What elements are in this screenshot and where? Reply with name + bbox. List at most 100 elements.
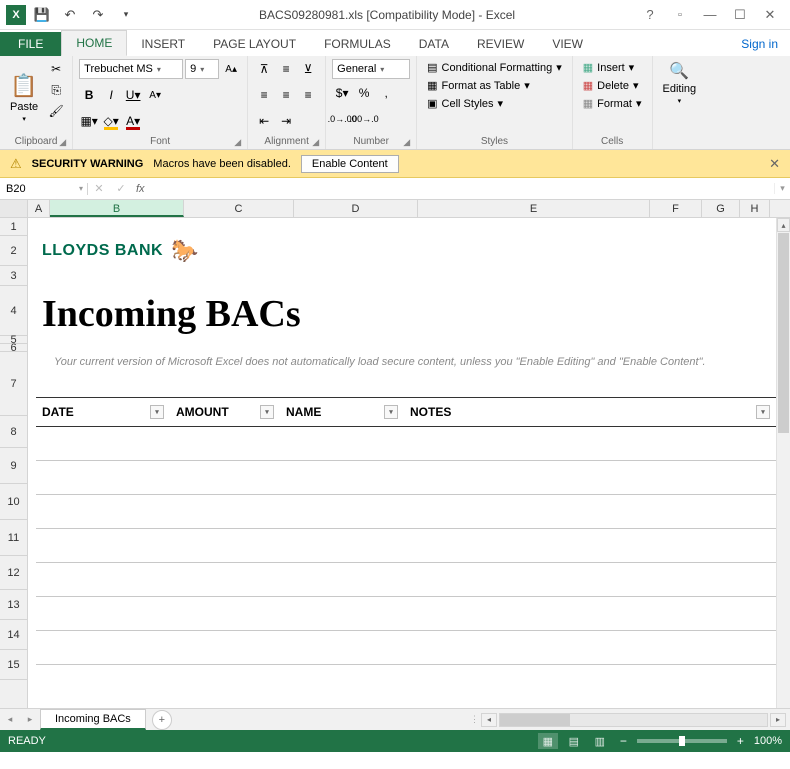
percent-button[interactable]: % bbox=[354, 83, 374, 103]
row-header-12[interactable]: 12 bbox=[0, 556, 27, 590]
enter-formula-button[interactable]: ✓ bbox=[110, 182, 132, 195]
column-header-e[interactable]: E bbox=[418, 200, 650, 217]
align-top-button[interactable]: ⊼ bbox=[254, 59, 274, 79]
font-color-button[interactable]: A▾ bbox=[123, 111, 143, 131]
paste-button[interactable]: 📋 Paste ▾ bbox=[6, 59, 42, 136]
zoom-out-button[interactable]: − bbox=[616, 734, 631, 748]
clipboard-launcher[interactable]: ◢ bbox=[59, 137, 66, 148]
align-left-button[interactable]: ≡ bbox=[254, 85, 274, 105]
column-header-d[interactable]: D bbox=[294, 200, 418, 217]
increase-indent-button[interactable]: ⇥ bbox=[276, 111, 296, 131]
column-header-a[interactable]: A bbox=[28, 200, 50, 217]
column-header-b[interactable]: B bbox=[50, 200, 184, 217]
page-break-view-button[interactable]: ▥ bbox=[590, 733, 610, 749]
font-name-select[interactable]: Trebuchet MS▾ bbox=[79, 59, 183, 79]
row-header-15[interactable]: 15 bbox=[0, 650, 27, 680]
close-button[interactable]: ✕ bbox=[756, 3, 784, 27]
sheet-prev-button[interactable]: ◂ bbox=[8, 714, 13, 725]
redo-button[interactable]: ↷ bbox=[86, 3, 110, 27]
comma-button[interactable]: , bbox=[376, 83, 396, 103]
column-header-c[interactable]: C bbox=[184, 200, 294, 217]
undo-button[interactable]: ↶ bbox=[58, 3, 82, 27]
cells-area[interactable]: LLOYDS BANK 🐎 Incoming BACs Your current… bbox=[28, 218, 790, 708]
number-launcher[interactable]: ◢ bbox=[403, 137, 410, 148]
zoom-slider-thumb[interactable] bbox=[679, 736, 685, 746]
tab-page-layout[interactable]: PAGE LAYOUT bbox=[199, 32, 310, 56]
row-header-6[interactable]: 6 bbox=[0, 344, 27, 352]
align-bottom-button[interactable]: ⊻ bbox=[298, 59, 318, 79]
expand-formula-bar-button[interactable]: ▾ bbox=[774, 183, 790, 194]
add-sheet-button[interactable]: + bbox=[152, 710, 172, 730]
row-header-14[interactable]: 14 bbox=[0, 620, 27, 650]
accounting-format-button[interactable]: $▾ bbox=[332, 83, 352, 103]
row-header-3[interactable]: 3 bbox=[0, 266, 27, 286]
sheet-tab[interactable]: Incoming BACs bbox=[40, 709, 146, 730]
save-button[interactable]: 💾 bbox=[30, 3, 54, 27]
normal-view-button[interactable]: ▦ bbox=[538, 733, 558, 749]
filter-date-button[interactable]: ▾ bbox=[150, 405, 164, 419]
number-format-select[interactable]: General▾ bbox=[332, 59, 410, 79]
decrease-font-button[interactable]: A▾ bbox=[145, 85, 165, 105]
page-layout-view-button[interactable]: ▤ bbox=[564, 733, 584, 749]
row-header-8[interactable]: 8 bbox=[0, 416, 27, 448]
cancel-formula-button[interactable]: ✕ bbox=[88, 182, 110, 195]
align-center-button[interactable]: ≡ bbox=[276, 85, 296, 105]
delete-cells-button[interactable]: ▦Delete ▾ bbox=[579, 77, 646, 94]
cut-button[interactable]: ✂ bbox=[46, 59, 66, 79]
select-all-button[interactable] bbox=[0, 200, 28, 217]
tab-formulas[interactable]: FORMULAS bbox=[310, 32, 405, 56]
hscroll-thumb[interactable] bbox=[500, 714, 570, 726]
column-header-g[interactable]: G bbox=[702, 200, 740, 217]
insert-cells-button[interactable]: ▦Insert ▾ bbox=[579, 59, 646, 76]
close-security-button[interactable]: ✕ bbox=[769, 156, 780, 172]
italic-button[interactable]: I bbox=[101, 85, 121, 105]
tab-review[interactable]: REVIEW bbox=[463, 32, 538, 56]
borders-button[interactable]: ▦▾ bbox=[79, 111, 99, 131]
fill-color-button[interactable]: ◇▾ bbox=[101, 111, 121, 131]
ribbon-options-button[interactable]: ▫ bbox=[666, 3, 694, 27]
sign-in-link[interactable]: Sign in bbox=[729, 32, 790, 56]
cell-styles-button[interactable]: ▣Cell Styles ▾ bbox=[423, 95, 566, 112]
filter-name-button[interactable]: ▾ bbox=[384, 405, 398, 419]
row-header-7[interactable]: 7 bbox=[0, 352, 27, 416]
scroll-up-button[interactable]: ▴ bbox=[777, 218, 790, 232]
conditional-formatting-button[interactable]: ▤Conditional Formatting ▾ bbox=[423, 59, 566, 76]
tab-home[interactable]: HOME bbox=[61, 30, 127, 56]
tab-view[interactable]: VIEW bbox=[538, 32, 597, 56]
zoom-slider[interactable] bbox=[637, 739, 727, 743]
alignment-launcher[interactable]: ◢ bbox=[312, 137, 319, 148]
filter-notes-button[interactable]: ▾ bbox=[756, 405, 770, 419]
find-select-button[interactable]: 🔍 Editing ▾ bbox=[659, 59, 701, 107]
maximize-button[interactable]: ☐ bbox=[726, 3, 754, 27]
row-header-13[interactable]: 13 bbox=[0, 590, 27, 620]
format-painter-button[interactable]: 🖌 bbox=[46, 101, 66, 121]
scroll-thumb[interactable] bbox=[778, 233, 789, 433]
row-header-10[interactable]: 10 bbox=[0, 484, 27, 520]
copy-button[interactable]: ⎘ bbox=[46, 80, 66, 100]
font-launcher[interactable]: ◢ bbox=[234, 137, 241, 148]
align-middle-button[interactable]: ≡ bbox=[276, 59, 296, 79]
formula-input[interactable] bbox=[149, 183, 774, 195]
qat-customize-button[interactable]: ▾ bbox=[114, 3, 138, 27]
decrease-decimal-button[interactable]: .00→.0 bbox=[354, 109, 374, 129]
row-header-2[interactable]: 2 bbox=[0, 236, 27, 266]
format-cells-button[interactable]: ▦Format ▾ bbox=[579, 95, 646, 112]
filter-amount-button[interactable]: ▾ bbox=[260, 405, 274, 419]
row-header-1[interactable]: 1 bbox=[0, 218, 27, 236]
format-as-table-button[interactable]: ▦Format as Table ▾ bbox=[423, 77, 566, 94]
hscroll-split-button[interactable]: ⋮ bbox=[470, 714, 479, 725]
enable-content-button[interactable]: Enable Content bbox=[301, 155, 399, 173]
increase-font-button[interactable]: A▴ bbox=[221, 59, 241, 79]
minimize-button[interactable]: — bbox=[696, 3, 724, 27]
hscroll-track[interactable] bbox=[499, 713, 768, 727]
row-header-11[interactable]: 11 bbox=[0, 520, 27, 556]
horizontal-scrollbar[interactable]: ⋮ ◂ ▸ bbox=[470, 713, 790, 727]
name-box[interactable]: B20▾ bbox=[0, 183, 88, 195]
row-header-9[interactable]: 9 bbox=[0, 448, 27, 484]
tab-insert[interactable]: INSERT bbox=[127, 32, 199, 56]
tab-data[interactable]: DATA bbox=[405, 32, 463, 56]
sheet-next-button[interactable]: ▸ bbox=[28, 714, 33, 725]
fx-icon[interactable]: fx bbox=[136, 183, 145, 195]
font-size-select[interactable]: 9▾ bbox=[185, 59, 219, 79]
zoom-in-button[interactable]: + bbox=[733, 734, 748, 748]
